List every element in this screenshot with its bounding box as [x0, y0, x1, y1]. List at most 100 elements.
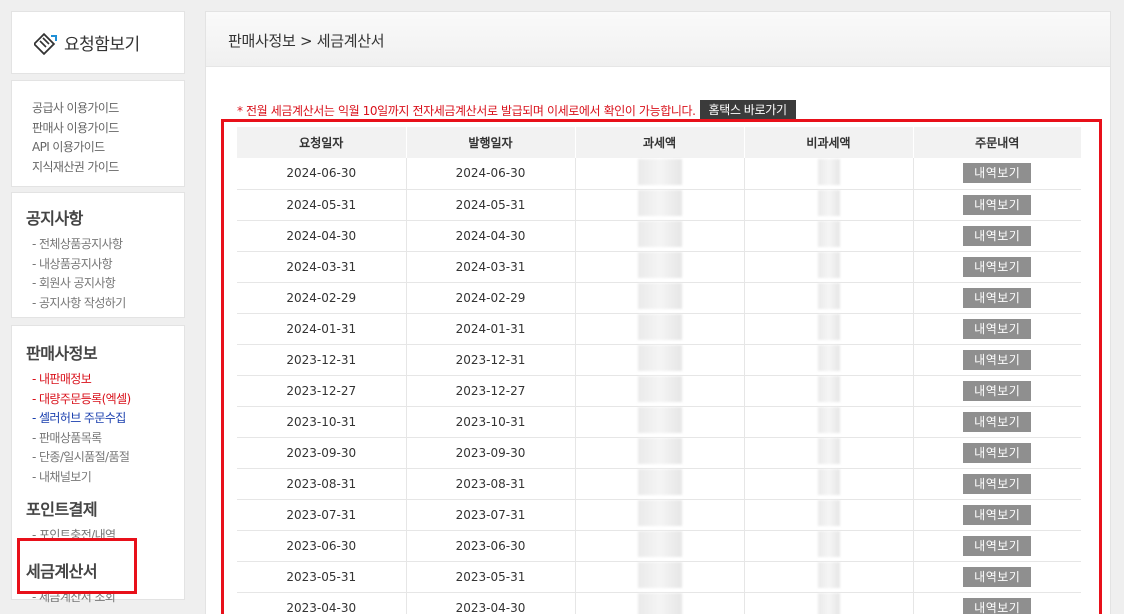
request-date: 2024-02-29	[237, 282, 407, 314]
redacted-value	[817, 469, 840, 495]
taxable-amount	[575, 158, 745, 190]
view-detail-button[interactable]: 내역보기	[963, 473, 1032, 494]
table-row: 2023-09-30 2023-09-30 내역보기	[237, 437, 1081, 469]
issue-date: 2024-05-31	[406, 189, 576, 221]
tax-table-highlight: 요청일자 발행일자 과세액 비과세액 주문내역 2024-06-30 2024-0…	[221, 119, 1102, 614]
issue-date: 2023-12-27	[406, 375, 576, 407]
guide-link-supplier[interactable]: 공급사 이용가이드	[32, 99, 184, 119]
hometax-button[interactable]: 홈택스 바로가기	[699, 100, 796, 120]
sidebar-item-bulk-order[interactable]: - 대량주문등록(엑셀)	[26, 390, 184, 410]
table-row: 2023-06-30 2023-06-30 내역보기	[237, 530, 1081, 562]
taxable-amount	[575, 592, 745, 614]
highlight-box	[17, 538, 137, 594]
inbox-link[interactable]: 요청함보기	[11, 11, 185, 74]
guide-link-seller[interactable]: 판매사 이용가이드	[32, 119, 184, 139]
sidebar-item-product-list[interactable]: - 판매상품목록	[26, 429, 184, 449]
view-detail-button[interactable]: 내역보기	[963, 287, 1032, 308]
taxable-amount	[575, 437, 745, 469]
sidebar-item-all-notice[interactable]: - 전체상품공지사항	[26, 235, 184, 255]
col-nontaxable: 비과세액	[744, 127, 914, 158]
view-detail-button[interactable]: 내역보기	[963, 349, 1032, 370]
redacted-value	[817, 314, 840, 340]
nontaxable-amount	[744, 437, 914, 469]
redacted-value	[637, 221, 682, 247]
nontaxable-amount	[744, 158, 914, 190]
redacted-value	[817, 190, 840, 216]
notice-line: * 전월 세금계산서는 익월 10일까지 전자세금계산서로 발급되며 이세로에서…	[237, 100, 796, 120]
sidebar-item-my-channel[interactable]: - 내채널보기	[26, 468, 184, 488]
nontaxable-amount	[744, 282, 914, 314]
redacted-value	[817, 562, 840, 588]
redacted-value	[637, 469, 682, 495]
view-detail-button[interactable]: 내역보기	[963, 411, 1032, 432]
col-taxable: 과세액	[575, 127, 745, 158]
request-date: 2023-07-31	[237, 499, 407, 531]
table-row: 2024-05-31 2024-05-31 내역보기	[237, 189, 1081, 221]
nontaxable-amount	[744, 530, 914, 562]
order-detail-cell: 내역보기	[913, 282, 1081, 314]
nontaxable-amount	[744, 344, 914, 376]
redacted-value	[637, 345, 682, 371]
redacted-value	[817, 158, 840, 185]
request-date: 2023-06-30	[237, 530, 407, 562]
view-detail-button[interactable]: 내역보기	[963, 504, 1032, 525]
order-detail-cell: 내역보기	[913, 592, 1081, 614]
issue-date: 2023-06-30	[406, 530, 576, 562]
breadcrumb: 판매사정보 > 세금계산서	[228, 32, 385, 50]
view-detail-button[interactable]: 내역보기	[963, 225, 1032, 246]
view-detail-button[interactable]: 내역보기	[963, 566, 1032, 587]
inbox-icon	[34, 32, 57, 55]
order-detail-cell: 내역보기	[913, 468, 1081, 500]
request-date: 2024-06-30	[237, 158, 407, 190]
order-detail-cell: 내역보기	[913, 251, 1081, 283]
point-title: 포인트결제	[26, 500, 98, 519]
taxable-amount	[575, 282, 745, 314]
sidebar-item-write-notice[interactable]: - 공지사항 작성하기	[26, 294, 184, 314]
issue-date: 2023-10-31	[406, 406, 576, 438]
request-date: 2023-04-30	[237, 592, 407, 614]
taxable-amount	[575, 499, 745, 531]
table-row: 2023-10-31 2023-10-31 내역보기	[237, 406, 1081, 438]
view-detail-button[interactable]: 내역보기	[963, 442, 1032, 463]
redacted-value	[637, 376, 682, 402]
taxable-amount	[575, 530, 745, 562]
table-header-row: 요청일자 발행일자 과세액 비과세액 주문내역	[237, 127, 1081, 158]
redacted-value	[817, 252, 840, 278]
view-detail-button[interactable]: 내역보기	[963, 535, 1032, 556]
sidebar-item-discontinued[interactable]: - 단종/일시품절/품절	[26, 448, 184, 468]
sidebar-item-my-notice[interactable]: - 내상품공지사항	[26, 255, 184, 275]
taxable-amount	[575, 375, 745, 407]
view-detail-button[interactable]: 내역보기	[963, 380, 1032, 401]
order-detail-cell: 내역보기	[913, 375, 1081, 407]
sidebar-item-member-notice[interactable]: - 회원사 공지사항	[26, 274, 184, 294]
sidebar-item-sellerhub-orders[interactable]: - 셀러허브 주문수집	[26, 409, 184, 429]
taxable-amount	[575, 220, 745, 252]
redacted-value	[637, 407, 682, 433]
guide-link-ip[interactable]: 지식재산권 가이드	[32, 158, 184, 178]
view-detail-button[interactable]: 내역보기	[963, 194, 1032, 215]
taxable-amount	[575, 468, 745, 500]
notice-title: 공지사항	[26, 209, 83, 228]
col-request-date: 요청일자	[237, 127, 407, 158]
order-detail-cell: 내역보기	[913, 530, 1081, 562]
table-row: 2023-08-31 2023-08-31 내역보기	[237, 468, 1081, 500]
taxable-amount	[575, 189, 745, 221]
sidebar-item-my-seller-info[interactable]: - 내판매정보	[26, 370, 184, 390]
view-detail-button[interactable]: 내역보기	[963, 318, 1032, 339]
view-detail-button[interactable]: 내역보기	[963, 256, 1032, 277]
order-detail-cell: 내역보기	[913, 158, 1081, 190]
redacted-value	[817, 283, 840, 309]
redacted-value	[637, 252, 682, 278]
tax-notice: * 전월 세금계산서는 익월 10일까지 전자세금계산서로 발급되며 이세로에서…	[237, 103, 696, 118]
request-date: 2024-04-30	[237, 220, 407, 252]
redacted-value	[637, 158, 682, 185]
guide-link-api[interactable]: API 이용가이드	[32, 138, 184, 158]
view-detail-button[interactable]: 내역보기	[963, 597, 1032, 614]
nontaxable-amount	[744, 251, 914, 283]
taxable-amount	[575, 561, 745, 593]
redacted-value	[817, 500, 840, 526]
view-detail-button[interactable]: 내역보기	[963, 163, 1032, 184]
request-date: 2023-12-27	[237, 375, 407, 407]
nontaxable-amount	[744, 499, 914, 531]
table-row: 2024-03-31 2024-03-31 내역보기	[237, 251, 1081, 283]
